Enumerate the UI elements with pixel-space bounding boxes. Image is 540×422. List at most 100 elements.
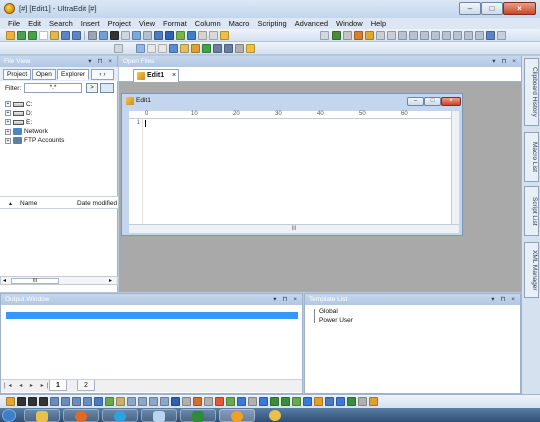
- taskbar-pinned[interactable]: [258, 409, 294, 422]
- snippet-icon[interactable]: [191, 44, 200, 53]
- window-list-icon[interactable]: [475, 31, 484, 40]
- underline-icon[interactable]: [39, 397, 48, 406]
- heading-icon[interactable]: [50, 397, 59, 406]
- script-icon[interactable]: [215, 397, 224, 406]
- pencil-icon[interactable]: [369, 397, 378, 406]
- print-icon[interactable]: [88, 31, 97, 40]
- expand-icon[interactable]: +: [5, 137, 11, 144]
- validate-icon[interactable]: [292, 397, 301, 406]
- goto-icon[interactable]: [154, 31, 163, 40]
- xml-icon[interactable]: [180, 44, 189, 53]
- taskbar-ultraedit[interactable]: [219, 409, 255, 422]
- hex-icon[interactable]: [343, 31, 352, 40]
- expand-icon[interactable]: +: [5, 110, 11, 117]
- word-icon[interactable]: [158, 44, 167, 53]
- output-tab-navigation[interactable]: |◂ ◂ ▸ ▸|: [4, 382, 51, 389]
- taskbar-app[interactable]: [141, 409, 177, 422]
- editor-vertical-scrollbar[interactable]: [451, 111, 459, 224]
- filter-apply-button[interactable]: >: [86, 83, 98, 93]
- check-icon[interactable]: [226, 397, 235, 406]
- css-icon[interactable]: [325, 397, 334, 406]
- tool-icon[interactable]: [6, 397, 15, 406]
- tab-xml-manager[interactable]: XML Manager: [524, 242, 539, 298]
- close-button[interactable]: ×: [503, 2, 536, 15]
- tile-icon[interactable]: [453, 31, 462, 40]
- menu-macro[interactable]: Macro: [229, 18, 250, 29]
- ftp-icon[interactable]: [198, 31, 207, 40]
- source-icon[interactable]: [248, 397, 257, 406]
- tree-item-ftp-accounts[interactable]: + FTP Accounts: [5, 137, 64, 145]
- link-icon[interactable]: [94, 397, 103, 406]
- spell-check-icon[interactable]: [376, 31, 385, 40]
- taskbar-explorer[interactable]: [24, 409, 60, 422]
- toolbar-more-icon[interactable]: [497, 31, 506, 40]
- menu-search[interactable]: Search: [49, 18, 73, 29]
- image-icon[interactable]: [235, 44, 244, 53]
- minimize-button[interactable]: –: [459, 2, 481, 15]
- tab-scroll-arrows[interactable]: ‹ ›: [91, 69, 114, 80]
- color-icon[interactable]: [314, 397, 323, 406]
- menu-view[interactable]: View: [139, 18, 155, 29]
- text-editor[interactable]: 1: [129, 119, 451, 224]
- indent-icon[interactable]: [387, 31, 396, 40]
- table-icon[interactable]: [83, 397, 92, 406]
- layout2-icon[interactable]: [409, 31, 418, 40]
- menu-file[interactable]: File: [8, 18, 20, 29]
- tools-icon[interactable]: [220, 31, 229, 40]
- save-icon[interactable]: [61, 31, 70, 40]
- menu-advanced[interactable]: Advanced: [295, 18, 328, 29]
- menu-format[interactable]: Format: [163, 18, 187, 29]
- menu-insert[interactable]: Insert: [81, 18, 100, 29]
- taskbar-firefox[interactable]: [63, 409, 99, 422]
- tab-open[interactable]: Open: [32, 69, 56, 80]
- refresh-icon[interactable]: [347, 397, 356, 406]
- word-wrap-icon[interactable]: [354, 31, 363, 40]
- forward-icon[interactable]: [28, 31, 37, 40]
- editor-close-button[interactable]: ×: [441, 97, 461, 106]
- run-icon[interactable]: [332, 31, 341, 40]
- print-preview-icon[interactable]: [99, 31, 108, 40]
- document-tab-edit1[interactable]: Edit1 ×: [133, 69, 179, 82]
- menu-edit[interactable]: Edit: [28, 18, 41, 29]
- find-in-files-icon[interactable]: [143, 31, 152, 40]
- italic-icon[interactable]: [28, 397, 37, 406]
- tab-clipboard-history[interactable]: Clipboard History: [524, 58, 539, 126]
- tab-explorer[interactable]: Explorer: [57, 69, 90, 80]
- blank-document-icon[interactable]: [39, 31, 48, 40]
- menu-help[interactable]: Help: [371, 18, 386, 29]
- font-icon[interactable]: [110, 31, 119, 40]
- open-files-controls[interactable]: ▾ ⊓ ×: [492, 56, 518, 67]
- taskbar-skype[interactable]: [102, 409, 138, 422]
- scroll-left-icon[interactable]: ◂: [3, 277, 6, 284]
- span-icon[interactable]: [193, 397, 202, 406]
- browser-icon[interactable]: [187, 31, 196, 40]
- editor-maximize-button[interactable]: □: [424, 97, 441, 106]
- settings-icon[interactable]: [358, 397, 367, 406]
- table-icon[interactable]: [213, 44, 222, 53]
- file-list-horizontal-scrollbar[interactable]: ◂ III ▸: [0, 276, 118, 285]
- file-view-controls[interactable]: ▾ ⊓ ×: [88, 56, 114, 67]
- bold-icon[interactable]: [17, 397, 26, 406]
- more-tools-icon[interactable]: [246, 44, 255, 53]
- output-tab-2[interactable]: 2: [77, 380, 95, 391]
- bookmark-icon[interactable]: [165, 31, 174, 40]
- compare-icon[interactable]: [209, 31, 218, 40]
- column-mode-icon[interactable]: [365, 31, 374, 40]
- scroll-right-icon[interactable]: ▸: [109, 277, 112, 284]
- tab-script-list[interactable]: Script List: [524, 186, 539, 236]
- combo-dropdown-icon[interactable]: [114, 44, 123, 53]
- sync-icon[interactable]: [281, 397, 290, 406]
- layout3-icon[interactable]: [420, 31, 429, 40]
- select-icon[interactable]: [149, 397, 158, 406]
- anchor-icon[interactable]: [116, 397, 125, 406]
- save-all-icon[interactable]: [72, 31, 81, 40]
- editor-minimize-button[interactable]: –: [407, 97, 424, 106]
- menu-project[interactable]: Project: [108, 18, 131, 29]
- search-web-icon[interactable]: [136, 44, 145, 53]
- cascade-icon[interactable]: [464, 31, 473, 40]
- menu-column[interactable]: Column: [195, 18, 221, 29]
- comment-icon[interactable]: [204, 397, 213, 406]
- output-window-controls[interactable]: ▾ ⊓ ×: [273, 294, 299, 305]
- output-tab-1[interactable]: 1: [49, 380, 67, 391]
- layout-icon[interactable]: [398, 31, 407, 40]
